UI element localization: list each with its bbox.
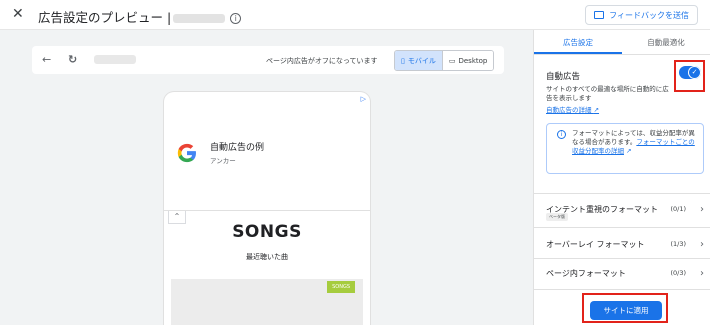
info-icon[interactable]: i — [230, 13, 242, 24]
ad-divider — [164, 210, 370, 211]
settings-tabs: 広告設定 自動最適化 — [534, 30, 710, 55]
format-row-inpage[interactable]: ページ内フォーマット (0/3) › — [546, 264, 704, 282]
beta-badge: ベータ版 — [546, 213, 568, 221]
google-logo-icon — [177, 143, 196, 162]
feedback-icon — [594, 11, 605, 19]
auto-ads-details-link[interactable]: 自動広告の詳細 ↗ — [546, 104, 599, 114]
songs-image: SONGS — [171, 279, 363, 325]
device-toggle: ▯ モバイル ▭ Desktop — [394, 50, 495, 71]
format-row-overlay[interactable]: オーバーレイ フォーマット (1/3) › — [546, 235, 704, 253]
notice-text: フォーマットによっては、収益分配率が異なる場合があります。フォーマットごとの収益… — [572, 129, 698, 156]
auto-ads-details-label: 自動広告の詳細 — [546, 106, 592, 114]
external-link-icon: ↗ — [626, 147, 632, 155]
format-label: ページ内フォーマット — [546, 268, 626, 278]
tab-ad-settings[interactable]: 広告設定 — [534, 30, 622, 54]
chevron-right-icon: › — [700, 267, 704, 279]
recent-songs-label: 最近聴いた曲 — [246, 253, 288, 261]
laptop-icon: ▭ — [448, 56, 456, 65]
songs-heading: SONGS — [232, 222, 302, 242]
page-title: 広告設定のプレビュー | i — [38, 7, 242, 26]
ad-choices-icon[interactable]: ▷ — [361, 95, 366, 103]
highlight-box-toggle — [674, 60, 705, 92]
browser-bar: ← ↻ ページ内広告がオフになっています ▯ モバイル ▭ Desktop — [32, 46, 504, 74]
info-icon: i — [557, 130, 566, 139]
reload-icon[interactable]: ↻ — [68, 53, 77, 66]
chevron-right-icon: › — [700, 203, 704, 215]
settings-panel: 広告設定 自動最適化 自動広告 ✓ サイトのすべての最適な場所に自動的に広告を表… — [534, 30, 710, 325]
back-arrow-icon[interactable]: ← — [42, 53, 51, 66]
auto-ads-description: サイトのすべての最適な場所に自動的に広告を表示します — [546, 85, 669, 102]
device-mobile-label: モバイル — [407, 56, 436, 65]
chevron-right-icon: › — [700, 238, 704, 250]
highlight-box-apply — [582, 293, 668, 323]
ad-subtitle: アンカー — [210, 157, 236, 165]
divider — [534, 193, 710, 194]
songs-badge: SONGS — [327, 281, 355, 293]
feedback-label: フィードバックを送信 — [609, 10, 689, 20]
divider — [534, 289, 710, 290]
top-bar: ✕ 広告設定のプレビュー | i フィードバックを送信 — [0, 0, 710, 30]
external-link-icon: ↗ — [593, 106, 600, 114]
feedback-button[interactable]: フィードバックを送信 — [585, 5, 698, 25]
mobile-preview: ▷ 自動広告の例 アンカー ⌃ SONGS 最近聴いた曲 SONGS — [164, 92, 370, 325]
revenue-share-notice: i フォーマットによっては、収益分配率が異なる場合があります。フォーマットごとの… — [546, 123, 704, 174]
page-ads-status: ページ内広告がオフになっています — [266, 57, 378, 65]
device-desktop-label: Desktop — [458, 56, 488, 65]
title-text: 広告設定のプレビュー | — [38, 10, 172, 25]
ad-title: 自動広告の例 — [210, 143, 265, 153]
divider — [534, 258, 710, 259]
divider — [534, 227, 710, 228]
device-mobile-button[interactable]: ▯ モバイル — [395, 51, 443, 70]
format-row-intent[interactable]: インテント重視のフォーマット (0/1) › — [546, 200, 704, 218]
preview-area: ← ↻ ページ内広告がオフになっています ▯ モバイル ▭ Desktop ▷ — [0, 30, 533, 325]
format-count: (0/1) — [670, 205, 686, 213]
url-redacted — [94, 55, 136, 64]
site-name-redacted — [173, 14, 226, 23]
phone-icon: ▯ — [401, 56, 405, 65]
format-count: (1/3) — [670, 240, 686, 248]
tab-auto-optimize[interactable]: 自動最適化 — [622, 30, 710, 54]
close-icon[interactable]: ✕ — [12, 6, 24, 22]
format-count: (0/3) — [670, 269, 686, 277]
device-desktop-button[interactable]: ▭ Desktop — [442, 51, 494, 70]
format-label: オーバーレイ フォーマット — [546, 239, 645, 249]
ad-example-card[interactable]: 自動広告の例 アンカー — [176, 140, 264, 165]
auto-ads-title: 自動広告 — [546, 72, 581, 82]
